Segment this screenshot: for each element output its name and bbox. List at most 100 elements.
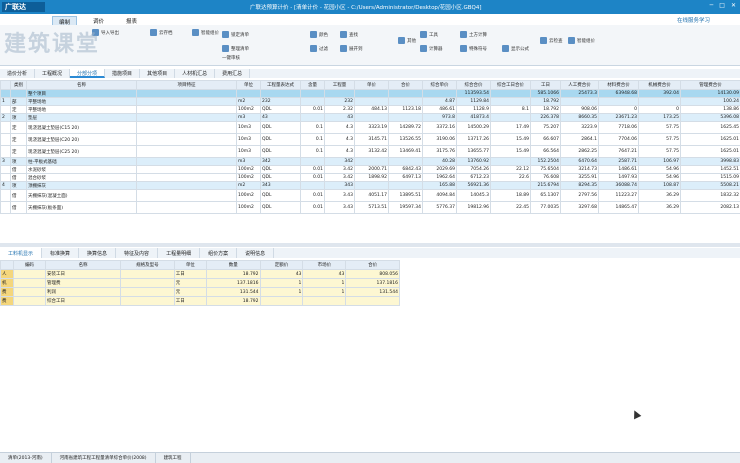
table-cell[interactable]: 343 bbox=[261, 182, 301, 190]
table-cell[interactable]: 1625.01 bbox=[681, 134, 740, 146]
resource-cell[interactable]: 元 bbox=[174, 288, 206, 297]
tab-features[interactable]: 特征及内容 bbox=[116, 248, 158, 258]
table-cell[interactable]: 水泥砂浆 bbox=[27, 166, 137, 174]
online-service-link[interactable]: 在线服务学习 bbox=[677, 16, 710, 24]
table-cell[interactable]: 342 bbox=[261, 158, 301, 166]
table-row[interactable]: 2项垫层m34343973.841873.4226.3788660.352367… bbox=[1, 114, 740, 122]
table-cell[interactable]: 7704.06 bbox=[599, 134, 639, 146]
column-header[interactable]: 数量 bbox=[206, 261, 260, 270]
column-header[interactable]: 综合合价 bbox=[457, 81, 491, 90]
table-cell[interactable]: 2864.1 bbox=[561, 134, 599, 146]
table-cell[interactable] bbox=[137, 174, 237, 182]
table-cell[interactable]: 0.01 bbox=[301, 190, 325, 202]
table-cell[interactable] bbox=[1, 122, 11, 134]
table-cell[interactable]: 100.24 bbox=[681, 98, 740, 106]
table-cell[interactable]: 整个项目 bbox=[27, 90, 137, 98]
table-cell[interactable]: 0.1 bbox=[301, 146, 325, 158]
table-cell[interactable]: 1486.61 bbox=[599, 166, 639, 174]
table-cell[interactable]: 232 bbox=[325, 98, 355, 106]
table-cell[interactable] bbox=[355, 182, 389, 190]
table-cell[interactable]: 3132.42 bbox=[355, 146, 389, 158]
tab-standard-conversion[interactable]: 标准换算 bbox=[42, 248, 79, 258]
resource-cell[interactable] bbox=[121, 279, 175, 288]
resource-cell[interactable]: 131.544 bbox=[346, 288, 400, 297]
table-cell[interactable]: 36088.74 bbox=[599, 182, 639, 190]
tab-conversion-info[interactable]: 换算信息 bbox=[79, 248, 116, 258]
table-cell[interactable]: 0.01 bbox=[301, 166, 325, 174]
resource-row[interactable]: 机管理费元137.181611137.1816 bbox=[1, 279, 400, 288]
table-cell[interactable]: 定 bbox=[11, 122, 27, 134]
table-cell[interactable]: 4.87 bbox=[423, 98, 457, 106]
table-cell[interactable]: 项 bbox=[11, 158, 27, 166]
table-row[interactable]: 借天棚抹灰(混凝土面)100m2QDL0.013.434051.1713895.… bbox=[1, 190, 740, 202]
table-cell[interactable]: 0.1 bbox=[301, 134, 325, 146]
table-cell[interactable]: 现浇混凝土垫层(C20 20) bbox=[27, 134, 137, 146]
table-cell[interactable] bbox=[355, 114, 389, 122]
table-cell[interactable]: 77.0035 bbox=[531, 202, 561, 214]
table-cell[interactable] bbox=[137, 182, 237, 190]
table-cell[interactable]: QDL bbox=[261, 146, 301, 158]
table-cell[interactable]: QDL bbox=[261, 202, 301, 214]
tab-items[interactable]: 分部分项 bbox=[70, 69, 105, 78]
table-cell[interactable] bbox=[355, 98, 389, 106]
table-row[interactable]: 整个项目113593.54585.106625473.363948.68392.… bbox=[1, 90, 740, 98]
tab-quantity-detail[interactable]: 工程量明细 bbox=[158, 248, 200, 258]
column-header[interactable]: 管理费合价 bbox=[681, 81, 740, 90]
ribbon-expand[interactable]: 展开到 bbox=[340, 45, 363, 52]
table-cell[interactable] bbox=[137, 190, 237, 202]
table-cell[interactable]: 23671.23 bbox=[599, 114, 639, 122]
resource-cell[interactable]: 18.792 bbox=[206, 270, 260, 279]
table-cell[interactable]: 借 bbox=[11, 190, 27, 202]
table-cell[interactable]: 43 bbox=[325, 114, 355, 122]
table-cell[interactable]: 定 bbox=[11, 106, 27, 114]
table-cell[interactable] bbox=[261, 90, 301, 98]
table-cell[interactable]: 顶棚抹灰 bbox=[27, 182, 137, 190]
table-row[interactable]: 借水泥砂浆100m2QDL0.013.422000.716842.432029.… bbox=[1, 166, 740, 174]
table-cell[interactable] bbox=[301, 158, 325, 166]
table-cell[interactable]: 1832.32 bbox=[681, 190, 740, 202]
table-cell[interactable] bbox=[491, 90, 531, 98]
table-cell[interactable]: 5776.37 bbox=[423, 202, 457, 214]
table-cell[interactable]: 3175.76 bbox=[423, 146, 457, 158]
ribbon-tools[interactable]: 工具 bbox=[420, 31, 438, 38]
table-cell[interactable]: 18.89 bbox=[491, 190, 531, 202]
table-cell[interactable]: 22.6 bbox=[491, 174, 531, 182]
table-cell[interactable] bbox=[137, 166, 237, 174]
ribbon-other[interactable]: 其他 bbox=[398, 37, 416, 44]
table-cell[interactable]: 36.29 bbox=[639, 190, 681, 202]
table-cell[interactable] bbox=[491, 114, 531, 122]
table-cell[interactable] bbox=[491, 98, 531, 106]
table-cell[interactable] bbox=[599, 98, 639, 106]
column-header[interactable]: 类别 bbox=[11, 81, 27, 90]
resource-cell[interactable]: 43 bbox=[260, 270, 303, 279]
resource-cell[interactable]: 工日 bbox=[174, 270, 206, 279]
resource-cell[interactable] bbox=[121, 297, 175, 306]
table-cell[interactable]: 100m2 bbox=[237, 202, 261, 214]
table-cell[interactable]: 36.29 bbox=[639, 202, 681, 214]
resource-cell[interactable]: 利润 bbox=[46, 288, 121, 297]
column-header[interactable]: 机械费合价 bbox=[639, 81, 681, 90]
table-cell[interactable]: 6497.13 bbox=[389, 174, 423, 182]
table-cell[interactable]: 10m3 bbox=[237, 146, 261, 158]
ribbon-earthwork[interactable]: 土方计算 bbox=[460, 31, 487, 38]
table-cell[interactable]: 1123.18 bbox=[389, 106, 423, 114]
resource-cell[interactable]: 1 bbox=[260, 288, 303, 297]
table-cell[interactable] bbox=[389, 98, 423, 106]
table-cell[interactable]: 15.49 bbox=[491, 146, 531, 158]
table-cell[interactable]: 19597.34 bbox=[389, 202, 423, 214]
resource-cell[interactable] bbox=[260, 297, 303, 306]
maximize-icon[interactable]: □ bbox=[719, 2, 725, 9]
table-cell[interactable]: 343 bbox=[325, 182, 355, 190]
table-cell[interactable]: 借 bbox=[11, 166, 27, 174]
table-cell[interactable]: 0.1 bbox=[301, 122, 325, 134]
table-cell[interactable]: 柱-平板式基础 bbox=[27, 158, 137, 166]
column-header[interactable]: 名称 bbox=[46, 261, 121, 270]
table-cell[interactable]: 14289.72 bbox=[389, 122, 423, 134]
table-cell[interactable]: 165.88 bbox=[423, 182, 457, 190]
table-cell[interactable]: 100m2 bbox=[237, 174, 261, 182]
table-cell[interactable]: 3 bbox=[1, 158, 11, 166]
resource-cell[interactable]: 131.544 bbox=[206, 288, 260, 297]
table-cell[interactable]: 3.42 bbox=[325, 174, 355, 182]
table-cell[interactable]: 2862.25 bbox=[561, 146, 599, 158]
table-cell[interactable]: 项 bbox=[11, 114, 27, 122]
